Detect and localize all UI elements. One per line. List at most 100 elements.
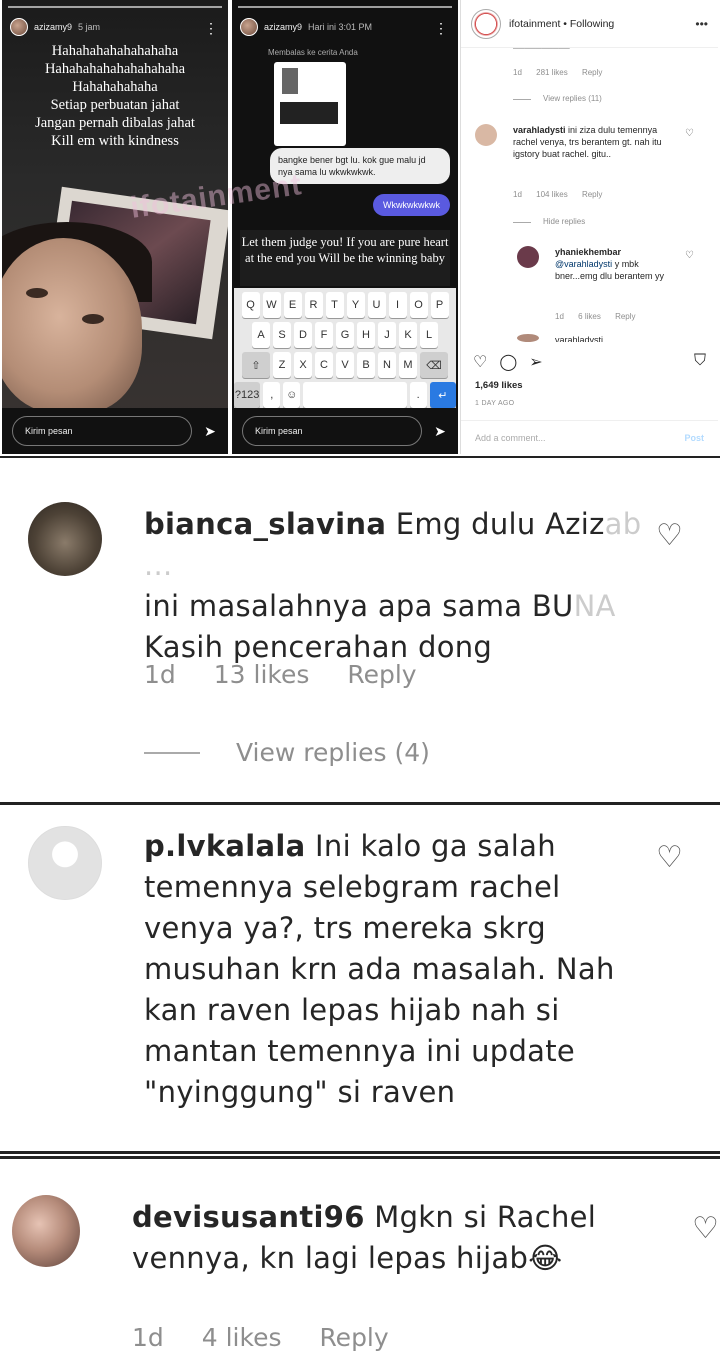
send-message-input[interactable]: Kirim pesan	[242, 416, 422, 446]
key[interactable]: W	[262, 292, 281, 318]
story-reply-bar: Kirim pesan ➤	[2, 408, 228, 454]
story-time: 5 jam	[78, 22, 101, 32]
send-icon[interactable]: ➤	[432, 423, 448, 440]
reply-button[interactable]: Reply	[319, 1323, 388, 1352]
add-comment-bar: Add a comment... Post	[461, 420, 718, 454]
comment-line: devisusanti96 Mgkn si Rachel	[132, 1200, 597, 1234]
key[interactable]: T	[325, 292, 344, 318]
add-comment-input[interactable]: Add a comment...	[475, 433, 546, 443]
post-actions: ♡ ◯ ➢	[473, 352, 543, 372]
like-heart-icon[interactable]: ♡	[685, 250, 694, 261]
key[interactable]: K	[399, 322, 417, 348]
key[interactable]: V	[336, 352, 354, 378]
key[interactable]: R	[304, 292, 323, 318]
key[interactable]: G	[336, 322, 354, 348]
key[interactable]: Z	[273, 352, 291, 378]
hide-replies-button[interactable]: Hide replies	[543, 217, 585, 226]
account-logo[interactable]	[471, 8, 501, 39]
likes-count[interactable]: 1,649 likes	[475, 380, 523, 391]
avatar[interactable]	[240, 18, 258, 36]
message-bubble-received: bangke bener bgt lu. kok gue malu jd nya…	[270, 148, 450, 184]
comment-username[interactable]: bianca_slavina	[144, 507, 386, 541]
key[interactable]: O	[409, 292, 428, 318]
space-key[interactable]	[303, 382, 407, 408]
comment-likes[interactable]: 13 likes	[214, 660, 310, 689]
symbols-key[interactable]: ?123	[234, 382, 261, 408]
comment-meta: 1d 281 likes Reply	[513, 68, 614, 77]
more-options-icon[interactable]: ⋮	[434, 20, 448, 37]
comment-time: 1d	[513, 190, 522, 199]
comment-line: temennya selebgram rachel	[144, 870, 561, 904]
reply-button[interactable]: Reply	[615, 312, 635, 321]
comment-username[interactable]: yhaniekhembar	[555, 247, 621, 257]
story-header: azizamy9 5 jam	[10, 18, 100, 36]
avatar[interactable]	[28, 502, 102, 576]
like-heart-icon[interactable]: ♡	[685, 128, 694, 139]
comment-likes[interactable]: 4 likes	[202, 1323, 282, 1352]
comment-icon[interactable]: ◯	[499, 352, 517, 372]
thumbnail-text-block	[280, 102, 338, 124]
key[interactable]: I	[388, 292, 407, 318]
like-heart-icon[interactable]: ♡	[473, 352, 487, 372]
story-thumbnail[interactable]	[274, 62, 346, 146]
emoji-key-icon[interactable]: ☺	[283, 382, 301, 408]
enter-key-icon[interactable]: ↵	[429, 382, 456, 408]
post-time: 1 DAY AGO	[475, 400, 515, 407]
key[interactable]: E	[283, 292, 302, 318]
post-username[interactable]: ifotainment • Following	[509, 18, 614, 30]
comment-time: 1d	[144, 660, 176, 689]
view-replies-button[interactable]: View replies (11)	[543, 94, 602, 103]
story-username[interactable]: azizamy9	[34, 22, 72, 32]
backspace-key-icon[interactable]: ⌫	[420, 352, 448, 378]
reply-button[interactable]: Reply	[582, 190, 602, 199]
comment-username[interactable]: varahladysti	[513, 125, 566, 135]
key[interactable]: J	[378, 322, 396, 348]
avatar[interactable]	[12, 1195, 80, 1267]
key[interactable]: N	[378, 352, 396, 378]
share-icon[interactable]: ➢	[529, 352, 542, 372]
view-replies-button[interactable]: View replies (4)	[236, 738, 430, 767]
like-heart-icon[interactable]: ♡	[692, 1211, 719, 1246]
avatar[interactable]	[10, 18, 28, 36]
avatar[interactable]	[475, 124, 497, 146]
key[interactable]: L	[420, 322, 438, 348]
comment-likes[interactable]: 281 likes	[536, 68, 568, 77]
mention-link[interactable]: @varahladysti	[555, 259, 612, 269]
like-heart-icon[interactable]: ♡	[656, 518, 683, 553]
key[interactable]: B	[357, 352, 375, 378]
shift-key-icon[interactable]: ⇧	[242, 352, 270, 378]
comment-time: 1d	[513, 68, 522, 77]
key[interactable]: A	[252, 322, 270, 348]
key[interactable]: P	[430, 292, 449, 318]
key[interactable]: C	[315, 352, 333, 378]
key[interactable]: D	[294, 322, 312, 348]
key[interactable]: S	[273, 322, 291, 348]
avatar[interactable]	[517, 246, 539, 268]
comment-username[interactable]: varahladysti	[555, 334, 603, 342]
bookmark-icon[interactable]: ⛉	[694, 352, 706, 370]
key[interactable]: Q	[241, 292, 260, 318]
key[interactable]: U	[367, 292, 386, 318]
reply-button[interactable]: Reply	[582, 68, 602, 77]
more-options-icon[interactable]: ⋮	[204, 20, 218, 37]
key[interactable]: M	[399, 352, 417, 378]
send-icon[interactable]: ➤	[202, 423, 218, 440]
reply-button[interactable]: Reply	[347, 660, 416, 689]
comment-likes[interactable]: 6 likes	[578, 312, 601, 321]
post-button[interactable]: Post	[684, 433, 704, 443]
story-username[interactable]: azizamy9	[264, 22, 302, 32]
comma-key[interactable]: ,	[263, 382, 281, 408]
comment-likes[interactable]: 104 likes	[536, 190, 568, 199]
send-message-input[interactable]: Kirim pesan	[12, 416, 192, 446]
key[interactable]: Y	[346, 292, 365, 318]
avatar[interactable]	[28, 826, 102, 900]
comment-username[interactable]: devisusanti96	[132, 1200, 365, 1234]
more-options-icon[interactable]: •••	[695, 17, 708, 31]
period-key[interactable]: .	[409, 382, 427, 408]
key[interactable]: X	[294, 352, 312, 378]
avatar[interactable]	[517, 334, 539, 342]
key[interactable]: F	[315, 322, 333, 348]
comment-username[interactable]: p.lvkalala	[144, 829, 306, 863]
key[interactable]: H	[357, 322, 375, 348]
like-heart-icon[interactable]: ♡	[656, 840, 683, 875]
